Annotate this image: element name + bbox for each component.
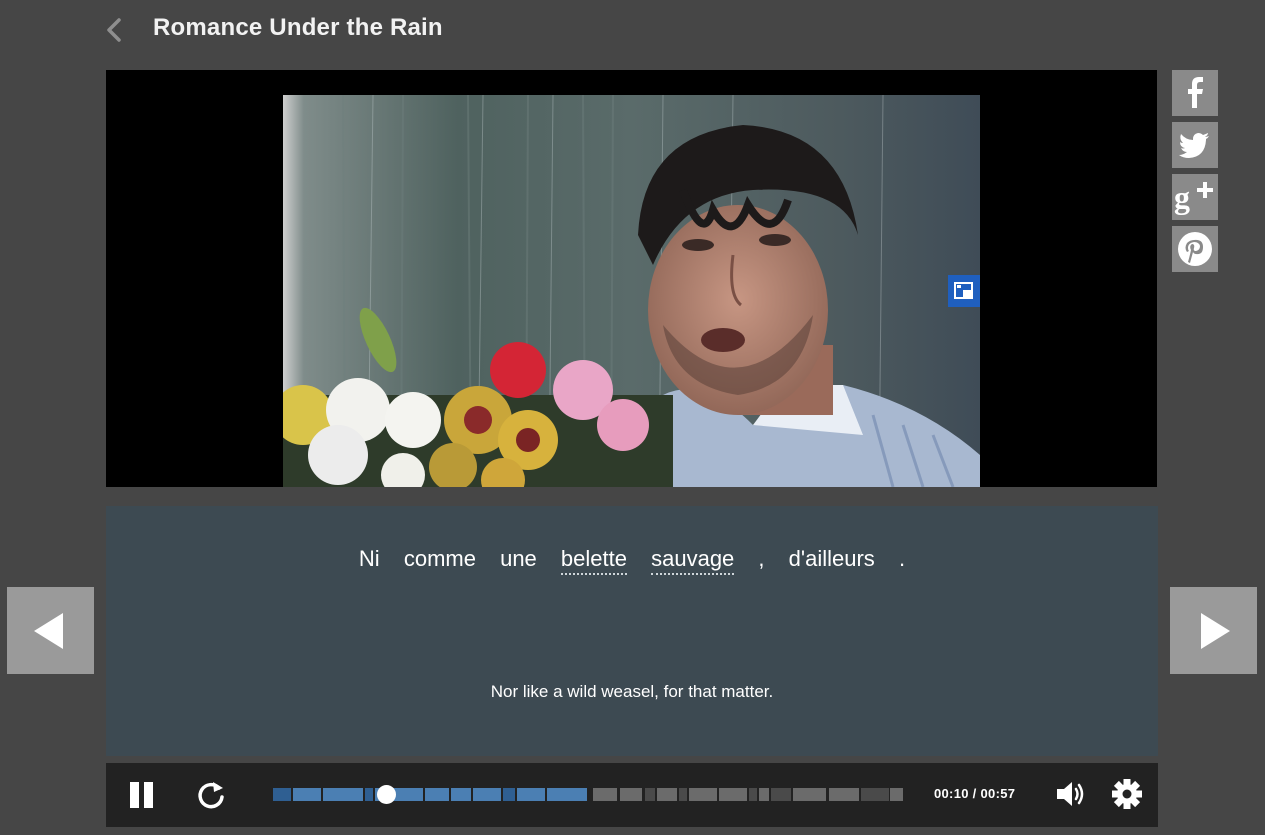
progress-segment	[645, 788, 655, 801]
progress-segment	[451, 788, 471, 801]
progress-segment	[547, 788, 587, 801]
progress-segment	[473, 788, 501, 801]
next-button[interactable]	[1170, 587, 1257, 674]
triangle-left-icon	[34, 613, 63, 649]
progress-segment	[517, 788, 545, 801]
progress-segment	[425, 788, 449, 801]
back-chevron-icon[interactable]	[100, 14, 130, 46]
time-separator: /	[972, 786, 977, 801]
duration: 00:57	[980, 786, 1016, 801]
progress-segment	[593, 788, 617, 801]
volume-icon	[1057, 782, 1084, 806]
settings-button[interactable]	[1110, 777, 1144, 816]
current-time: 00:10	[934, 786, 969, 801]
progress-segment	[793, 788, 826, 801]
facebook-share-button[interactable]	[1172, 70, 1218, 116]
picture-in-picture-button[interactable]	[948, 275, 980, 307]
progress-segment	[689, 788, 717, 801]
google-plus-share-button[interactable]: g	[1172, 174, 1218, 220]
subtitle-word[interactable]: une	[500, 546, 537, 571]
progress-segment	[365, 788, 373, 801]
progress-knob[interactable]	[377, 785, 397, 804]
progress-segment	[719, 788, 747, 801]
gear-icon	[1112, 779, 1142, 809]
replay-button[interactable]	[194, 778, 228, 817]
subtitle-word-highlighted[interactable]: sauvage	[651, 546, 735, 575]
triangle-right-icon	[1201, 613, 1230, 649]
pinterest-share-button[interactable]	[1172, 226, 1218, 272]
progress-segment	[829, 788, 859, 801]
twitter-icon	[1179, 133, 1209, 158]
subtitle-panel: Ni comme une belette sauvage , d'ailleur…	[106, 506, 1158, 756]
picture-in-picture-icon	[954, 282, 973, 299]
progress-segment	[273, 788, 291, 801]
page-title: Romance Under the Rain	[153, 14, 443, 41]
english-translation: Nor like a wild weasel, for that matter.	[490, 682, 774, 701]
subtitle-word[interactable]: d'ailleurs	[789, 546, 875, 571]
header: Romance Under the Rain	[0, 0, 1265, 60]
twitter-share-button[interactable]	[1172, 122, 1218, 168]
subtitle-word[interactable]: .	[899, 546, 905, 571]
progress-segment	[861, 788, 889, 801]
progress-segment	[890, 788, 903, 801]
video-player[interactable]	[106, 70, 1157, 487]
progress-segment	[749, 788, 757, 801]
video-frame-image	[283, 95, 980, 487]
progress-bar[interactable]	[273, 785, 903, 804]
facebook-icon	[1188, 77, 1203, 108]
volume-button[interactable]	[1054, 777, 1088, 816]
subtitle-word[interactable]: Ni	[359, 546, 380, 571]
svg-text:g: g	[1174, 179, 1190, 215]
replay-icon	[198, 782, 224, 809]
player-control-bar: 00:10 / 00:57	[106, 763, 1158, 827]
pause-icon	[130, 782, 153, 808]
progress-segment	[293, 788, 321, 801]
progress-segment	[620, 788, 642, 801]
pause-button[interactable]	[126, 778, 158, 817]
progress-segment	[503, 788, 515, 801]
progress-segment	[759, 788, 769, 801]
progress-segment	[679, 788, 687, 801]
progress-segment	[657, 788, 677, 801]
progress-segment	[771, 788, 791, 801]
google-plus-icon: g	[1174, 179, 1213, 215]
subtitle-word[interactable]: ,	[758, 546, 764, 571]
french-subtitle: Ni comme une belette sauvage , d'ailleur…	[106, 546, 1158, 575]
progress-segment	[323, 788, 363, 801]
subtitle-word-highlighted[interactable]: belette	[560, 546, 627, 575]
previous-button[interactable]	[7, 587, 94, 674]
time-display: 00:10 / 00:57	[934, 786, 1015, 801]
pinterest-icon	[1178, 232, 1212, 266]
subtitle-word[interactable]: comme	[404, 546, 476, 571]
